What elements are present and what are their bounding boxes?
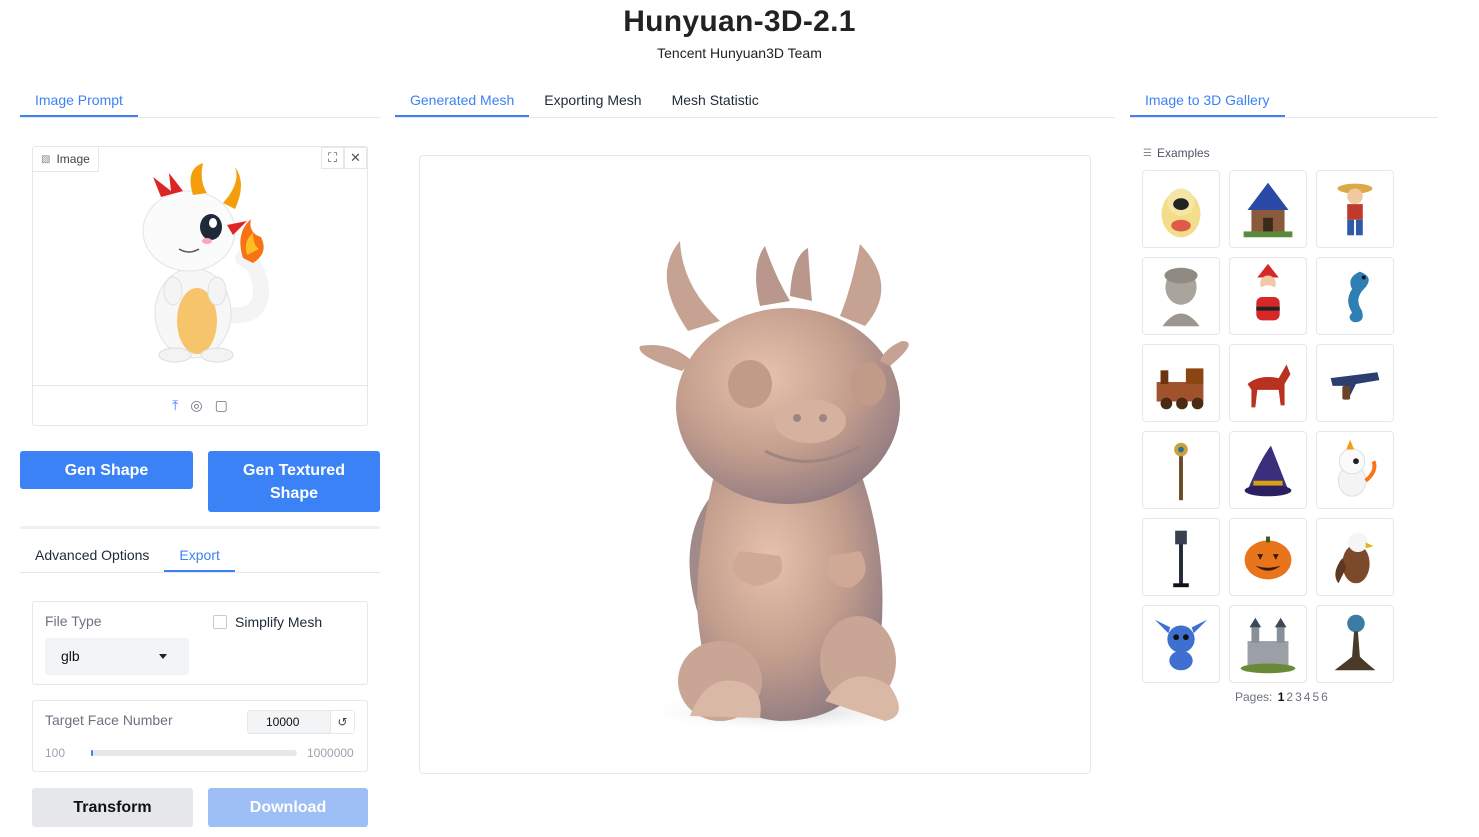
- file-type-group: File Type glb Simplify Mesh: [32, 601, 368, 685]
- tab-exporting-mesh[interactable]: Exporting Mesh: [529, 88, 656, 117]
- file-type-value: glb: [61, 648, 80, 664]
- simplify-mesh-label: Simplify Mesh: [235, 614, 323, 630]
- gallery-item-crystal-ball-tree[interactable]: [1316, 605, 1394, 683]
- steam-train-icon: [1156, 368, 1204, 410]
- gallery-item-blue-alien-creature[interactable]: [1142, 605, 1220, 683]
- revolver-icon: [1330, 372, 1380, 400]
- eagle-icon: [1335, 532, 1374, 584]
- page-link-1[interactable]: 1: [1278, 690, 1285, 704]
- image-icon: ▧: [41, 153, 51, 165]
- santa-claus-icon: [1256, 263, 1280, 321]
- pages-label: Pages:: [1235, 690, 1273, 704]
- target-face-number-input[interactable]: 10000 ↺: [247, 710, 355, 734]
- image-tools: ⛶ ✕: [321, 147, 367, 169]
- gallery-item-revolver[interactable]: [1316, 344, 1394, 422]
- gallery-item-marble-bust[interactable]: [1142, 257, 1220, 335]
- marble-bust-icon: [1162, 267, 1200, 327]
- page-link-6[interactable]: 6: [1321, 690, 1328, 704]
- tab-image-prompt[interactable]: Image Prompt: [20, 88, 138, 117]
- example-gallery: [1142, 170, 1394, 683]
- download-button[interactable]: Download: [208, 788, 368, 827]
- webcam-icon[interactable]: ◎: [190, 397, 202, 414]
- page-link-5[interactable]: 5: [1312, 690, 1319, 704]
- examples-label: Examples: [1156, 146, 1210, 160]
- options-tabbar: Advanced Options Export: [20, 543, 380, 573]
- gallery-item-baby-dragon[interactable]: [1316, 431, 1394, 509]
- gallery-item-straw-hat-pirate[interactable]: [1316, 170, 1394, 248]
- gallery-item-santa-claus[interactable]: [1229, 257, 1307, 335]
- transform-button[interactable]: Transform: [32, 788, 193, 827]
- tab-generated-mesh[interactable]: Generated Mesh: [395, 88, 530, 117]
- blue-house-icon: [1243, 182, 1293, 238]
- fullscreen-icon[interactable]: ⛶: [321, 147, 344, 169]
- street-lamp-icon: [1173, 530, 1189, 588]
- gen-textured-shape-button[interactable]: Gen Textured Shape: [208, 451, 380, 512]
- gallery-item-jack-o-lantern[interactable]: [1229, 518, 1307, 596]
- castle-icon: [1240, 617, 1296, 674]
- page-link-3[interactable]: 3: [1295, 690, 1302, 704]
- chevron-down-icon: [159, 654, 167, 659]
- gallery-item-steam-train[interactable]: [1142, 344, 1220, 422]
- gallery-item-red-horse[interactable]: [1229, 344, 1307, 422]
- clipboard-icon[interactable]: ▢: [215, 397, 228, 414]
- gallery-item-seahorse[interactable]: [1316, 257, 1394, 335]
- gallery-item-street-lamp[interactable]: [1142, 518, 1220, 596]
- app-subtitle: Tencent Hunyuan3D Team: [657, 45, 822, 61]
- examples-header: ☰ Examples: [1143, 146, 1210, 160]
- mesh-viewer[interactable]: [419, 155, 1091, 774]
- gallery-item-eagle[interactable]: [1316, 518, 1394, 596]
- image-source-bar: ⤒ ◎ ▢: [33, 385, 367, 425]
- slider-max-label: 1000000: [307, 746, 354, 760]
- tab-export[interactable]: Export: [164, 543, 235, 572]
- gallery-item-ornate-staff[interactable]: [1142, 431, 1220, 509]
- wizard-hat-icon: [1244, 445, 1292, 497]
- crystal-ball-tree-icon: [1334, 614, 1376, 671]
- close-icon[interactable]: ✕: [344, 147, 367, 169]
- page-link-4[interactable]: 4: [1304, 690, 1311, 704]
- target-face-label: Target Face Number: [45, 712, 173, 728]
- list-icon: ☰: [1143, 147, 1152, 159]
- gallery-item-castle[interactable]: [1229, 605, 1307, 683]
- straw-hat-pirate-icon: [1337, 183, 1373, 236]
- target-face-group: Target Face Number 10000 ↺ 100 1000000: [32, 700, 368, 772]
- file-type-select[interactable]: glb: [45, 638, 189, 675]
- baby-dragon-icon: [1337, 439, 1377, 497]
- slider-min-label: 100: [45, 746, 66, 760]
- image-input-panel[interactable]: ▧ Image ⛶ ✕ ⤒ ◎ ▢: [32, 146, 368, 426]
- tab-mesh-statistic[interactable]: Mesh Statistic: [657, 88, 774, 117]
- reset-icon[interactable]: ↺: [330, 711, 354, 733]
- jack-o-lantern-icon: [1244, 536, 1292, 580]
- gen-shape-button[interactable]: Gen Shape: [20, 451, 193, 489]
- page-link-2[interactable]: 2: [1286, 690, 1293, 704]
- slider-fill: [91, 750, 94, 756]
- gallery-item-penguin-doll[interactable]: [1142, 170, 1220, 248]
- blue-alien-creature-icon: [1154, 619, 1208, 671]
- dragon-mesh-render: [635, 241, 935, 733]
- image-label: Image: [56, 152, 90, 166]
- viewer-tabbar: Generated Mesh Exporting Mesh Mesh Stati…: [395, 88, 1115, 118]
- upload-icon[interactable]: ⤒: [172, 397, 178, 414]
- tab-image-to-3d-gallery[interactable]: Image to 3D Gallery: [1130, 88, 1285, 117]
- gallery-tabbar: Image to 3D Gallery: [1130, 88, 1438, 118]
- dragon-preview-image: [142, 163, 270, 363]
- seahorse-icon: [1348, 271, 1369, 323]
- penguin-doll-icon: [1161, 188, 1201, 238]
- tab-advanced-options[interactable]: Advanced Options: [20, 543, 164, 572]
- gallery-item-blue-house[interactable]: [1229, 170, 1307, 248]
- gen-textured-line-2: Shape: [269, 484, 318, 502]
- simplify-mesh-checkbox[interactable]: [213, 615, 227, 629]
- divider: [20, 526, 380, 529]
- gallery-item-wizard-hat[interactable]: [1229, 431, 1307, 509]
- gen-textured-line-1: Gen Textured: [243, 461, 345, 479]
- ornate-staff-icon: [1174, 442, 1188, 501]
- target-face-slider[interactable]: [91, 750, 297, 756]
- image-label-chip: ▧ Image: [33, 147, 99, 172]
- gallery-pagination: Pages: 123456: [1235, 690, 1328, 704]
- app-title: Hunyuan-3D-2.1: [623, 5, 856, 38]
- red-horse-icon: [1247, 364, 1291, 408]
- target-face-value: 10000: [266, 715, 300, 729]
- file-type-label: File Type: [45, 613, 102, 629]
- left-tabbar: Image Prompt: [20, 88, 380, 118]
